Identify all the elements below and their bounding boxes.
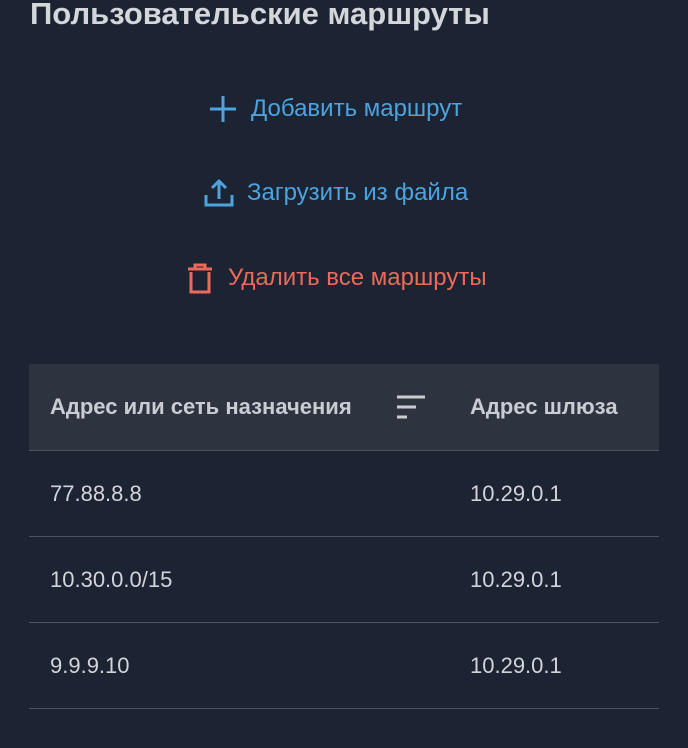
delete-all-routes-label: Удалить все маршруты <box>228 264 487 291</box>
plus-icon <box>207 93 239 125</box>
route-destination: 10.30.0.0/15 <box>50 566 173 592</box>
table-row[interactable]: 9.9.9.10 10.29.0.1 <box>29 623 659 709</box>
route-destination: 9.9.9.10 <box>50 652 130 678</box>
route-gateway: 10.29.0.1 <box>470 566 562 592</box>
delete-all-routes-button[interactable]: Удалить все маршруты <box>184 262 487 294</box>
table-header: Адрес или сеть назначения Адрес шлюза <box>29 364 659 451</box>
table-row[interactable]: 10.30.0.0/15 10.29.0.1 <box>29 537 659 623</box>
upload-file-button[interactable]: Загрузить из файла <box>203 177 468 209</box>
upload-icon <box>203 177 235 209</box>
upload-file-label: Загрузить из файла <box>247 179 469 206</box>
routes-table: Адрес или сеть назначения Адрес шлюза 77… <box>29 364 659 709</box>
add-route-label: Добавить маршрут <box>251 95 463 122</box>
route-gateway: 10.29.0.1 <box>470 652 562 678</box>
route-destination: 77.88.8.8 <box>50 480 142 506</box>
page-title: Пользовательские маршруты <box>30 0 490 31</box>
column-header-destination[interactable]: Адрес или сеть назначения <box>50 364 352 450</box>
column-header-gateway: Адрес шлюза <box>470 394 618 419</box>
add-route-button[interactable]: Добавить маршрут <box>207 93 462 125</box>
trash-icon <box>184 262 216 294</box>
sort-icon[interactable] <box>395 392 427 422</box>
table-row[interactable]: 77.88.8.8 10.29.0.1 <box>29 451 659 537</box>
custom-routes-page: Пользовательские маршруты Добавить маршр… <box>0 0 688 748</box>
route-gateway: 10.29.0.1 <box>470 480 562 506</box>
